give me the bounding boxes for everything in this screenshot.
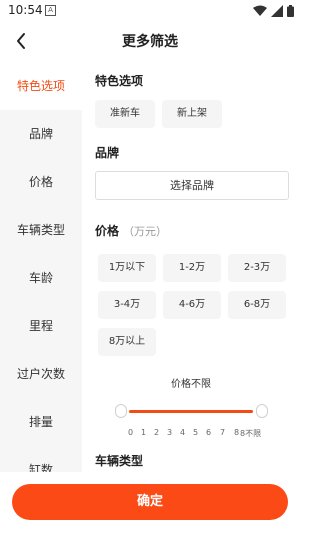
tick-label: 3 [167,428,173,437]
status-bar: 10:54 A [0,0,300,22]
sidebar-item-brand[interactable]: 品牌 [0,110,82,158]
slider-min-handle[interactable] [115,404,127,418]
price-option[interactable]: 6-8万 [228,291,286,319]
price-option[interactable]: 2-3万 [228,254,286,282]
price-option[interactable]: 4-6万 [163,291,221,319]
option-new-listing[interactable]: 新上架 [162,100,222,128]
price-option[interactable]: 3-4万 [98,291,156,319]
slider-max-handle[interactable] [256,404,268,418]
price-option[interactable]: 1-2万 [163,254,221,282]
tick-label: 8 [234,428,240,437]
tick-label: 6 [206,428,212,437]
sidebar-item-mileage[interactable]: 里程 [0,302,82,350]
wifi-icon [253,5,267,16]
slider-track [129,410,253,413]
price-option[interactable]: 8万以上 [98,328,156,356]
price-range-label: 价格不限 [171,379,211,390]
price-option[interactable]: 1万以下 [98,254,156,282]
footer: 确定 [0,472,300,533]
signal-icon [271,5,283,17]
features-section-title: 特色选项 [95,74,144,88]
price-range-slider[interactable] [115,404,268,420]
tick-label: 5 [193,428,199,437]
tick-label: 1 [141,428,147,437]
tick-label: 4 [180,428,186,437]
select-brand-button[interactable]: 选择品牌 [95,171,289,200]
header: 更多筛选 [0,25,300,57]
tick-label: 8不限 [240,429,262,438]
sidebar-item-transfers[interactable]: 过户次数 [0,350,82,398]
sidebar-item-features[interactable]: 特色选项 [0,62,82,110]
sidebar-item-price[interactable]: 价格 [0,158,82,206]
option-near-new[interactable]: 准新车 [95,100,155,128]
price-section-title: 价格 （万元） [95,222,167,239]
sidebar-item-vehicle-type[interactable]: 车辆类型 [0,206,82,254]
sidebar-item-age[interactable]: 车龄 [0,254,82,302]
tick-label: 7 [220,428,226,437]
sidebar-item-cylinders[interactable]: 缸数 [0,446,82,472]
price-title: 价格 [95,224,120,238]
sidebar: 特色选项 品牌 价格 车辆类型 车龄 里程 过户次数 排量 缸数 [0,62,82,472]
confirm-button[interactable]: 确定 [12,484,288,520]
tick-label: 2 [154,428,160,437]
battery-icon [287,5,294,17]
tick-label: 0 [128,428,134,437]
filter-panel: 特色选项 准新车 新上架 品牌 选择品牌 价格 （万元） 1万以下 1-2万 2-… [82,62,300,472]
vehicle-type-section-title: 车辆类型 [95,454,144,468]
status-time: 10:54 [8,3,43,17]
price-unit: （万元） [123,225,168,238]
sidebar-item-displacement[interactable]: 排量 [0,398,82,446]
brand-section-title: 品牌 [95,146,120,160]
price-ticks: 0 1 2 3 4 5 6 7 8 8不限 [128,428,268,440]
status-icons [253,4,294,18]
page-title: 更多筛选 [122,34,178,50]
notification-icon: A [45,5,56,16]
